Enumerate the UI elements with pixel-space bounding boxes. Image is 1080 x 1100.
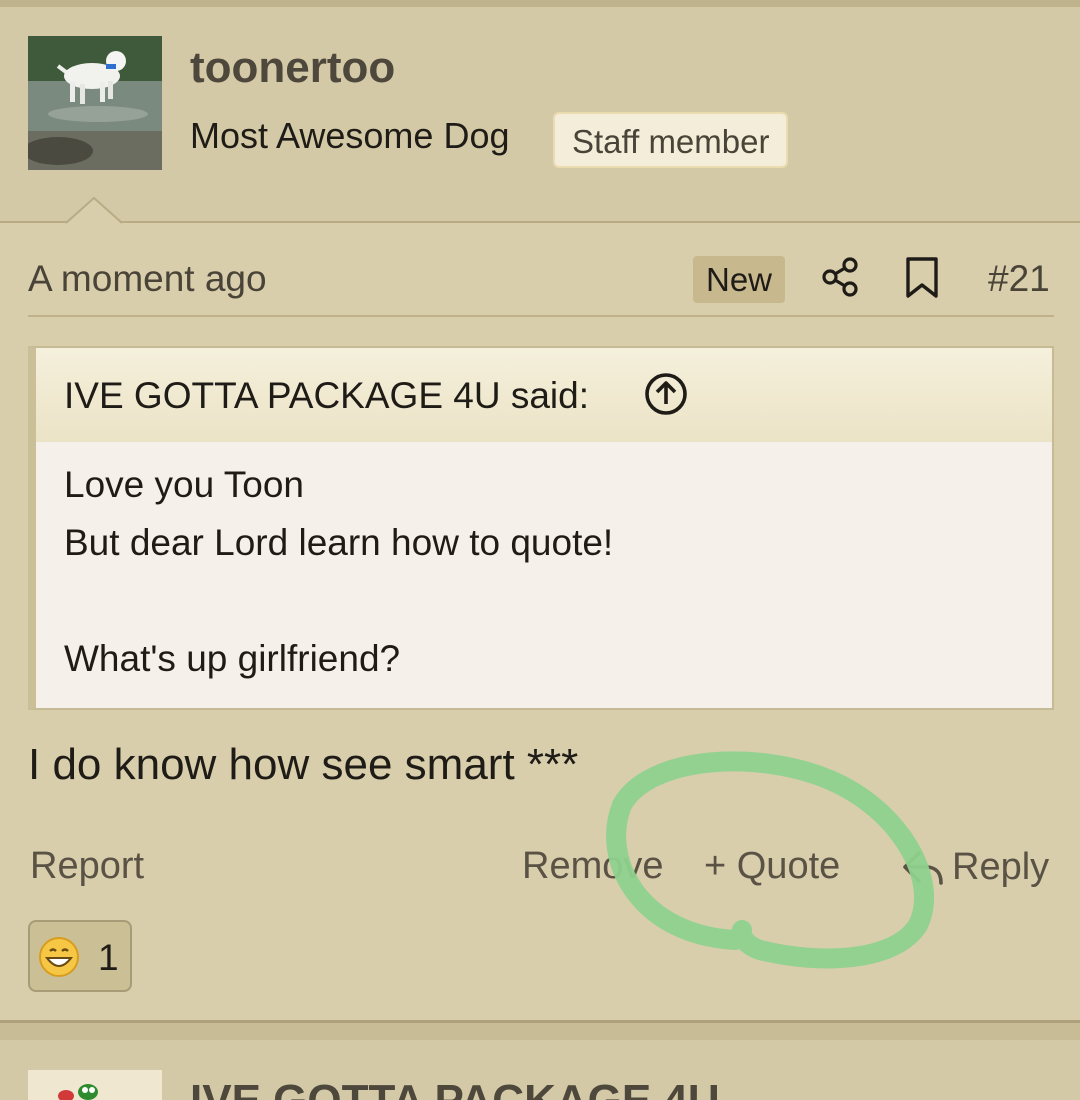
report-button[interactable]: Report [30,845,144,888]
quote-header: IVE GOTTA PACKAGE 4U said: [36,348,1052,442]
arrow-up-circle-icon[interactable] [642,370,690,418]
reaction-summary[interactable]: 1 [28,920,132,992]
header-divider [0,221,1080,223]
reaction-count: 1 [98,937,119,978]
post-timestamp[interactable]: A moment ago [28,258,267,300]
avatar[interactable] [28,36,162,170]
user-title: Most Awesome Dog [190,115,510,156]
post-number[interactable]: #21 [988,258,1050,300]
quote-button[interactable]: + Quote [704,845,840,888]
quote-line: Love you Toon [64,464,305,505]
staff-badge: Staff member [553,112,789,168]
pointer-arrow-icon [66,196,122,224]
share-icon[interactable] [820,256,862,298]
next-post-username[interactable]: IVE GOTTA PACKAGE 4U [190,1076,720,1100]
new-badge: New [693,256,785,303]
post-separator-line [0,1020,1080,1023]
quote-author[interactable]: IVE GOTTA PACKAGE 4U said: [64,375,589,417]
quote-line: What's up girlfriend? [64,638,401,679]
post-separator [0,1020,1080,1040]
post-body: I do know how see smart *** [28,740,579,789]
dog-photo [28,36,162,170]
avatar-image [28,1070,162,1100]
quote-block: IVE GOTTA PACKAGE 4U said: Love you Toon… [28,346,1054,710]
reply-button[interactable]: Reply [900,845,1049,889]
remove-button[interactable]: Remove [522,845,664,888]
next-avatar[interactable] [28,1070,162,1100]
reply-icon [903,851,943,885]
grinning-face-icon [39,937,79,977]
quote-line: But dear Lord learn how to quote! [64,522,614,563]
bookmark-icon[interactable] [902,256,942,300]
reply-label: Reply [952,845,1050,888]
next-post: IVE GOTTA PACKAGE 4U [0,1040,1080,1100]
user-header: toonertoo Most Awesome Dog Staff member [0,7,1080,223]
meta-divider [28,315,1054,317]
top-border [0,0,1080,7]
username[interactable]: toonertoo [190,43,395,93]
